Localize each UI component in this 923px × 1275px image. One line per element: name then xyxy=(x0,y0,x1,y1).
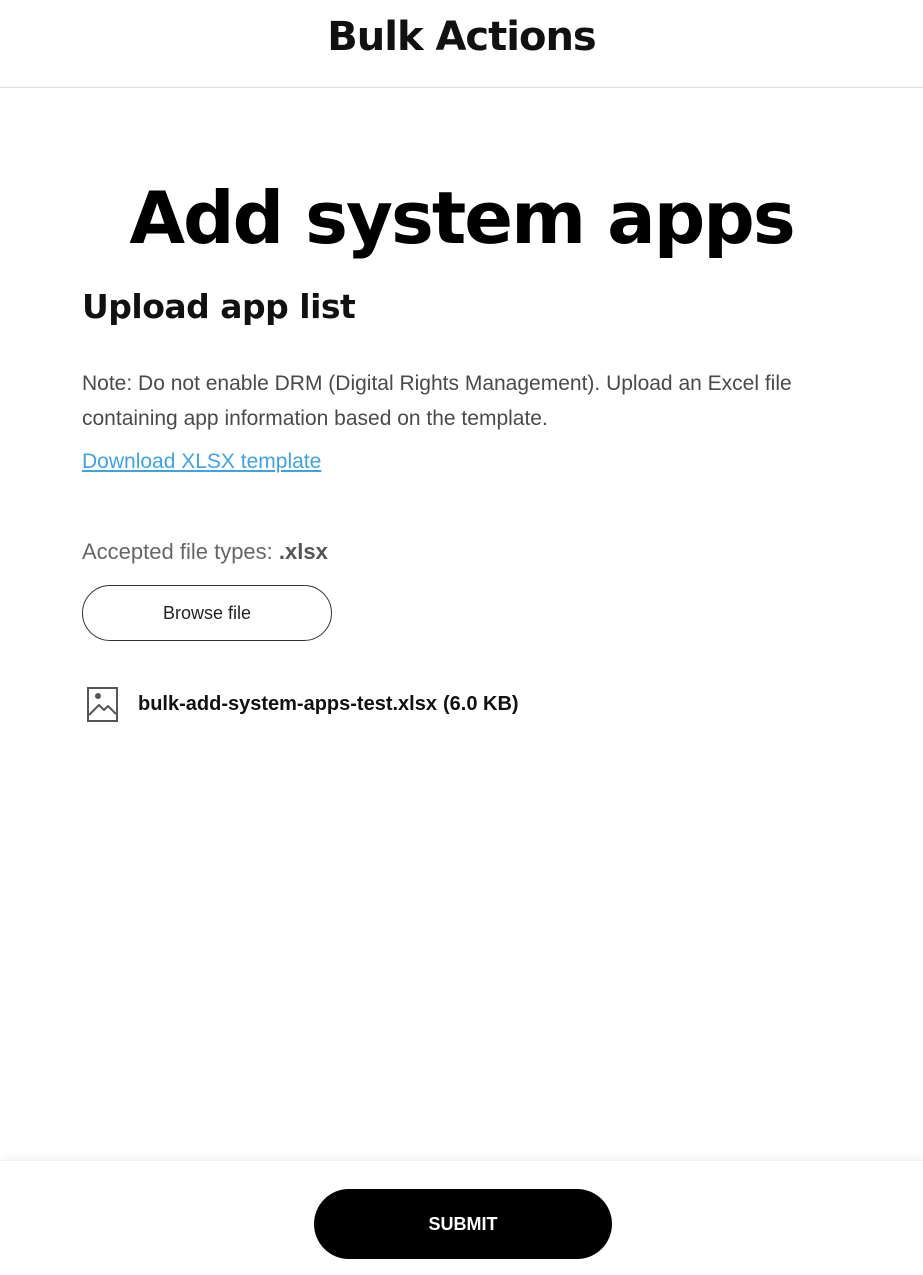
accepted-extension: .xlsx xyxy=(278,539,328,564)
browse-file-button[interactable]: Browse file xyxy=(82,585,332,641)
page-title: Add system apps xyxy=(129,176,795,260)
section-title: Upload app list xyxy=(82,287,356,326)
uploaded-file-item: bulk-add-system-apps-test.xlsx (6.0 KB) xyxy=(82,684,519,724)
header: Bulk Actions xyxy=(0,0,923,88)
image-icon xyxy=(82,684,120,724)
accepted-label: Accepted file types: xyxy=(82,539,279,564)
download-template-link[interactable]: Download XLSX template xyxy=(82,446,321,478)
note-text: Note: Do not enable DRM (Digital Rights … xyxy=(82,372,792,430)
header-title: Bulk Actions xyxy=(327,14,596,60)
page: Bulk Actions Add system apps Upload app … xyxy=(0,0,923,1275)
file-name: bulk-add-system-apps-test.xlsx xyxy=(138,692,437,715)
accepted-file-types: Accepted file types: .xlsx xyxy=(82,536,328,568)
footer: SUBMIT xyxy=(0,1160,923,1275)
file-size: (6.0 KB) xyxy=(442,692,519,715)
submit-button[interactable]: SUBMIT xyxy=(314,1189,612,1259)
